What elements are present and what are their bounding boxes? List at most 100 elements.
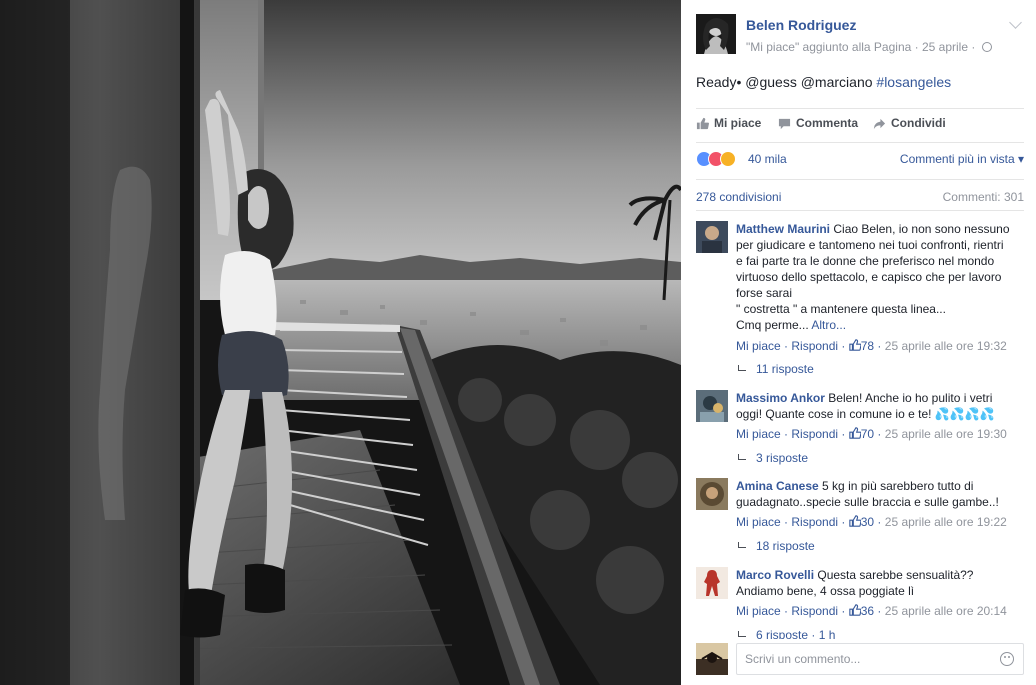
- comment-order-dropdown[interactable]: Commenti più in vista ▾: [900, 152, 1024, 166]
- like-button-label: Mi piace: [714, 116, 762, 130]
- page-avatar-image: [696, 14, 736, 54]
- share-button-label: Condividi: [891, 116, 946, 130]
- comment-actions: Mi piace · Rispondi · 30 · 25 aprile all…: [736, 515, 1007, 529]
- comment-text-line: Questa sarebbe sensualità??: [817, 568, 974, 582]
- comments-count: Commenti: 301: [942, 190, 1024, 204]
- replies-count: 3 risposte: [756, 451, 809, 465]
- comment-actions: Mi piace · Rispondi · 70 · 25 aprile all…: [736, 427, 1007, 441]
- commenter-avatar[interactable]: [696, 221, 728, 253]
- reply-arrow-icon: [738, 542, 746, 548]
- thumbs-up-icon: [849, 427, 862, 439]
- globe-icon: [981, 42, 992, 52]
- like-button[interactable]: Mi piace: [696, 116, 761, 130]
- comment-like-link[interactable]: Mi piace: [736, 515, 781, 529]
- comment-text-line: virtuoso dello spettacolo, e capisco che…: [736, 270, 1002, 284]
- comment-text-line: e fai parte tra le donne che preferisco …: [736, 254, 995, 268]
- commenter-avatar[interactable]: [696, 390, 728, 422]
- comment-actions: Mi piace · Rispondi · 78 · 25 aprile all…: [736, 339, 1007, 353]
- comment-reply-link[interactable]: Rispondi: [791, 427, 838, 441]
- comment-like-link[interactable]: Mi piace: [736, 604, 781, 618]
- comment-icon: [778, 118, 791, 129]
- commenter-avatar[interactable]: [696, 567, 728, 599]
- comment-like-count-value: 70: [860, 427, 875, 441]
- post-photo[interactable]: [0, 0, 681, 685]
- reply-arrow-icon: [738, 631, 746, 637]
- comment-body: Marco Rovelli Questa sarebbe sensualità?…: [736, 567, 1024, 599]
- emoji-icon[interactable]: [1000, 652, 1014, 666]
- reply-arrow-icon: [738, 454, 746, 460]
- shares-count[interactable]: 278 condivisioni: [696, 190, 781, 204]
- share-button[interactable]: Condividi: [873, 116, 946, 130]
- comment-like-link[interactable]: Mi piace: [736, 427, 781, 441]
- commenter-avatar-image: [696, 221, 728, 253]
- comment-text-line: Andiamo bene, 4 ossa poggiate lì: [736, 584, 915, 598]
- post-header: Belen Rodriguez "Mi piace" aggiunto alla…: [696, 14, 1024, 56]
- comment-text-line: 5 kg in più sarebbero tutto di: [822, 479, 974, 493]
- comments-list: Matthew Maurini Ciao Belen, io non sono …: [696, 221, 1024, 639]
- comment-text-line: guadagnato..specie sulle braccia e sulle…: [736, 495, 999, 509]
- comment-time[interactable]: 25 aprile alle ore 19:32: [885, 339, 1007, 353]
- comment-author[interactable]: Marco Rovelli: [736, 568, 814, 582]
- comment-text-line: forse sarai: [736, 286, 793, 300]
- divider: [696, 210, 1024, 211]
- reactions-count[interactable]: 40 mila: [748, 152, 787, 166]
- comment-like-count-value: 78: [860, 339, 875, 353]
- comment-body: Massimo Ankor Belen! Anche io ho pulito …: [736, 390, 1024, 422]
- comment-item: Matthew Maurini Ciao Belen, io non sono …: [696, 221, 1024, 381]
- current-user-avatar[interactable]: [696, 643, 728, 675]
- chevron-down-icon[interactable]: [1009, 16, 1022, 29]
- comment-like-count[interactable]: 78: [849, 339, 874, 353]
- comment-time[interactable]: 25 aprile alle ore 19:22: [885, 515, 1007, 529]
- page-name-link[interactable]: Belen Rodriguez: [746, 17, 856, 33]
- post-actions: Mi piace Commenta Condividi: [696, 116, 1024, 134]
- comment-button[interactable]: Commenta: [778, 116, 858, 130]
- comment-reply-link[interactable]: Rispondi: [791, 604, 838, 618]
- view-replies-link[interactable]: 6 risposte · 1 h: [738, 628, 835, 639]
- comment-item: Amina Canese 5 kg in più sarebbero tutto…: [696, 478, 1024, 558]
- comment-like-link[interactable]: Mi piace: [736, 339, 781, 353]
- comment-author[interactable]: Massimo Ankor: [736, 391, 825, 405]
- divider: [696, 108, 1024, 109]
- commenter-avatar-image: [696, 567, 728, 599]
- replies-count: 18 risposte: [756, 539, 815, 553]
- view-replies-link[interactable]: 11 risposte: [738, 362, 814, 376]
- page-avatar[interactable]: [696, 14, 736, 54]
- wow-reaction-icon[interactable]: [720, 151, 736, 167]
- post-text: Ready• @guess @marciano #losangeles: [696, 74, 951, 90]
- post-meta: "Mi piace" aggiunto alla Pagina · 25 apr…: [746, 40, 992, 54]
- comment-text-line: Cmq perme...: [736, 318, 809, 332]
- comment-like-count[interactable]: 30: [849, 515, 874, 529]
- comment-reply-link[interactable]: Rispondi: [791, 339, 838, 353]
- comment-actions: Mi piace · Rispondi · 36 · 25 aprile all…: [736, 604, 1007, 618]
- post-side-panel: Belen Rodriguez "Mi piace" aggiunto alla…: [681, 0, 1036, 685]
- view-replies-link[interactable]: 3 risposte: [738, 451, 808, 465]
- hashtag-link[interactable]: #losangeles: [876, 74, 951, 90]
- comment-text-line: Belen! Anche io ho pulito i vetri: [828, 391, 993, 405]
- divider: [696, 142, 1024, 143]
- comment-item: Massimo Ankor Belen! Anche io ho pulito …: [696, 390, 1024, 470]
- comment-body: Amina Canese 5 kg in più sarebbero tutto…: [736, 478, 1024, 510]
- see-more-link[interactable]: Altro...: [811, 318, 846, 332]
- comment-composer: [696, 643, 1024, 677]
- comment-like-count-value: 30: [860, 515, 875, 529]
- comment-time[interactable]: 25 aprile alle ore 20:14: [885, 604, 1007, 618]
- thumbs-up-icon: [849, 604, 862, 616]
- thumbs-up-icon: [696, 117, 709, 129]
- comment-like-count[interactable]: 70: [849, 427, 874, 441]
- comment-input[interactable]: [736, 643, 1024, 675]
- thumbs-up-icon: [849, 339, 862, 351]
- comment-author[interactable]: Amina Canese: [736, 479, 819, 493]
- photo-image: [0, 0, 681, 685]
- view-replies-link[interactable]: 18 risposte: [738, 539, 815, 553]
- comment-like-count-value: 36: [860, 604, 875, 618]
- comment-author[interactable]: Matthew Maurini: [736, 222, 830, 236]
- comment-text-line: oggi! Quante cose in comune io e te! 💦💦💦…: [736, 407, 995, 421]
- commenter-avatar[interactable]: [696, 478, 728, 510]
- post-meta-text: "Mi piace" aggiunto alla Pagina · 25 apr…: [746, 40, 976, 54]
- post-text-body: Ready• @guess @marciano: [696, 74, 877, 90]
- comment-time[interactable]: 25 aprile alle ore 19:30: [885, 427, 1007, 441]
- comment-like-count[interactable]: 36: [849, 604, 874, 618]
- comment-reply-link[interactable]: Rispondi: [791, 515, 838, 529]
- share-icon: [873, 118, 886, 129]
- replies-count: 6 risposte · 1 h: [756, 628, 836, 639]
